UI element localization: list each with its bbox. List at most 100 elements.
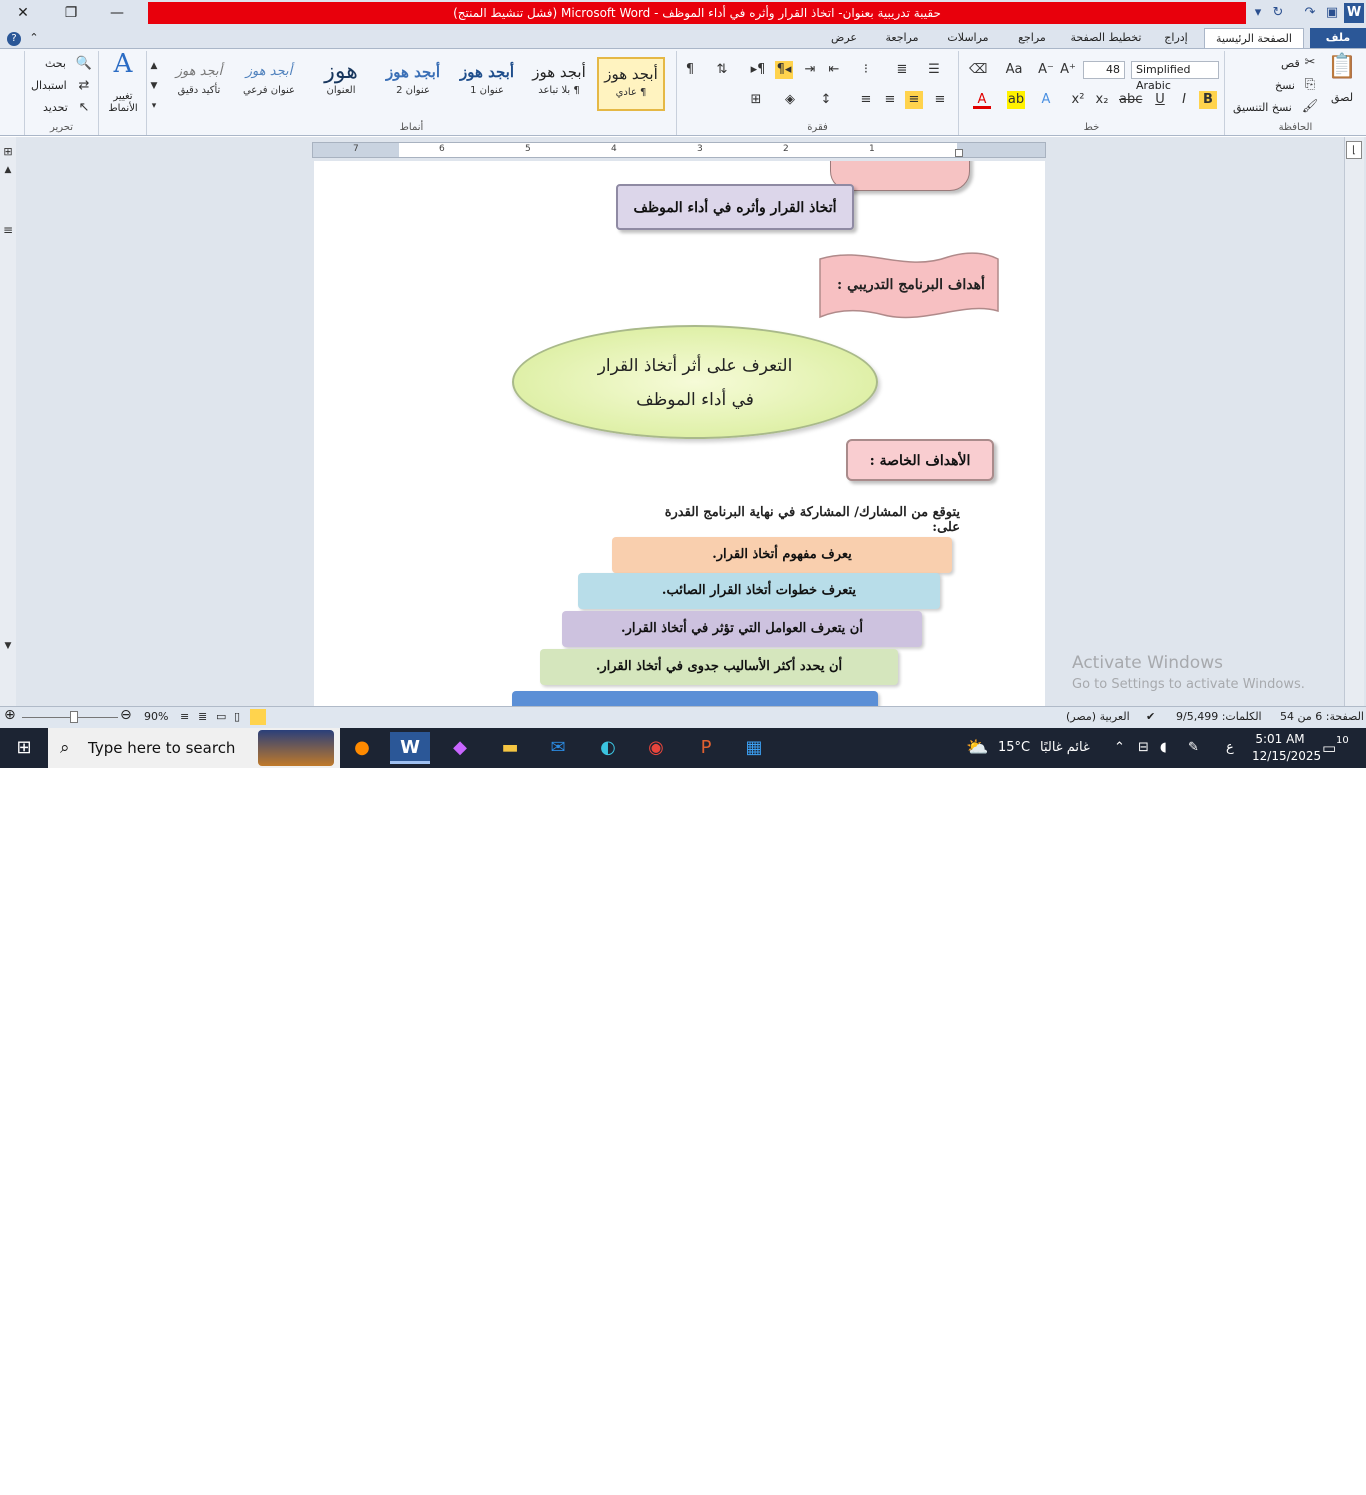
scroll-up-left-icon[interactable]: ▲ [0,161,16,179]
bullets-icon[interactable]: ⁝ [857,61,875,79]
repeat-icon[interactable]: ↻ [1268,3,1288,23]
copilot-icon[interactable]: ◆ [440,732,480,764]
tab-references[interactable]: مراجع [1010,28,1054,48]
font-size-input[interactable]: 48 [1083,61,1125,79]
font-color-icon[interactable]: A [973,91,991,109]
multilevel-list-icon[interactable]: ☰ [925,61,943,79]
increase-indent-icon[interactable]: ⇥ [801,61,819,79]
tray-pen-icon[interactable]: ✎ [1188,728,1199,768]
strikethrough-icon[interactable]: abc [1119,91,1142,109]
word-taskbar-icon[interactable]: W [390,732,430,764]
status-page[interactable]: الصفحة: 6 من 54 [1280,710,1364,723]
status-words[interactable]: الكلمات: 9/5,499 [1176,710,1262,723]
select-button[interactable]: تحديد [43,101,68,114]
chrome-icon[interactable]: ◉ [636,732,676,764]
edge-icon[interactable]: ◐ [588,732,628,764]
store-icon[interactable]: ▦ [734,732,774,764]
proofing-icon[interactable]: ✔ [1146,710,1155,723]
align-right-icon[interactable]: ≡ [931,91,949,109]
outline-view-icon[interactable]: ≣ [198,710,207,723]
status-language[interactable]: العربية (مصر) [1066,710,1130,723]
left-scroll-thumb[interactable]: ≡ [0,221,16,239]
clock[interactable]: 5:01 AM 12/15/2025 [1252,728,1321,768]
shading-icon[interactable]: ◈ [781,91,799,109]
style-subtitle[interactable]: أبجد هوز عنوان فرعي [235,57,303,111]
view-ruler-icon[interactable]: ⌊ [1346,141,1362,159]
tray-volume-icon[interactable]: ◖ [1160,728,1167,768]
find-button[interactable]: بحث [45,57,66,70]
vertical-scrollbar[interactable]: ⌊ [1344,137,1364,706]
cut-button[interactable]: قص [1281,57,1300,70]
copy-button[interactable]: نسخ [1275,79,1295,92]
restore-button[interactable]: ❐ [48,0,94,26]
indent-marker[interactable] [955,149,963,157]
document-page[interactable]: أتخاذ القرار وأثره في أداء الموظف أهداف … [314,161,1045,706]
tab-insert[interactable]: إدراج [1156,28,1196,48]
styles-more-icon[interactable]: ▾ [147,97,161,115]
borders-icon[interactable]: ⊞ [747,91,765,109]
change-styles-button[interactable]: تغيير الأنماط [99,91,147,115]
sort-icon[interactable]: ⇅ [713,61,731,79]
tab-view[interactable]: عرض [824,28,864,48]
font-name-input[interactable]: Simplified Arabic [1131,61,1219,92]
weather-desc[interactable]: غائم غالبًا [1040,728,1090,768]
style-no-spacing[interactable]: أبجد هوز ¶ بلا تباعد [525,57,593,111]
zoom-out-icon[interactable]: ⊖ [120,707,132,723]
styles-scroll-up-icon[interactable]: ▲ [147,57,161,75]
change-styles-icon[interactable]: A [109,51,137,83]
align-left-icon[interactable]: ≡ [881,91,899,109]
tab-file[interactable]: ملف [1310,28,1366,48]
tab-review[interactable]: مراجعة [876,28,928,48]
redo-icon[interactable]: ↷ [1300,3,1320,23]
scroll-down-left-icon[interactable]: ▼ [0,637,16,655]
print-layout-view-icon[interactable] [250,709,266,725]
select-icon[interactable]: ↖ [75,99,93,117]
input-language[interactable]: ع [1226,728,1234,768]
close-button[interactable]: ✕ [0,0,46,26]
full-screen-view-icon[interactable]: ▯ [234,710,240,723]
line-spacing-icon[interactable]: ↕ [817,91,835,109]
format-painter-button[interactable]: نسخ التنسيق [1233,101,1292,114]
bold-icon[interactable]: B [1199,91,1217,109]
cut-icon[interactable]: ✂ [1301,54,1319,72]
minimize-ribbon-icon[interactable]: ⌃ [26,28,42,48]
ruler-toggle-icon[interactable]: ⊞ [0,143,16,161]
style-subtle-emphasis[interactable]: أبجد هوز تأكيد دقيق [165,57,233,111]
replace-button[interactable]: استبدال [31,79,67,92]
powerpoint-icon[interactable]: P [686,732,726,764]
show-marks-icon[interactable]: ¶ [681,61,699,79]
weather-icon[interactable]: ⛅ [966,728,988,768]
outlook-icon[interactable]: ✉ [538,732,578,764]
highlight-icon[interactable]: ab [1007,91,1025,109]
shrink-font-icon[interactable]: A⁻ [1037,61,1055,79]
zoom-level[interactable]: 90% [144,710,168,723]
styles-scroll-down-icon[interactable]: ▼ [147,77,161,95]
style-normal[interactable]: أبجد هوز ¶ عادي [597,57,665,111]
tab-mailings[interactable]: مراسلات [940,28,996,48]
word-app-icon[interactable]: W [1344,3,1364,23]
italic-icon[interactable]: I [1175,91,1193,109]
style-title[interactable]: هوز العنوان [307,57,375,111]
underline-icon[interactable]: U [1151,91,1169,109]
help-icon[interactable]: ? [6,28,22,48]
tab-page-layout[interactable]: تخطيط الصفحة [1066,28,1146,48]
change-case-icon[interactable]: Aa [1005,61,1023,79]
decrease-indent-icon[interactable]: ⇤ [825,61,843,79]
replace-icon[interactable]: ⇄ [75,77,93,95]
minimize-button[interactable]: — [94,0,140,26]
draft-view-icon[interactable]: ≡ [180,710,189,723]
weather-temp[interactable]: 15°C [998,728,1030,768]
zoom-in-icon[interactable]: ⊕ [4,707,16,723]
start-windows-icon[interactable]: ⊞ [4,732,44,764]
tray-chevron-icon[interactable]: ⌃ [1114,728,1125,768]
rtl-direction-icon[interactable]: ¶◂ [775,61,793,79]
web-layout-view-icon[interactable]: ▭ [216,710,226,723]
style-heading-2[interactable]: أبجد هوز عنوان 2 [379,57,447,111]
copy-icon[interactable]: ⎘ [1301,76,1319,94]
text-effects-icon[interactable]: A [1037,91,1055,109]
numbering-icon[interactable]: ≣ [893,61,911,79]
save-icon[interactable]: ▣ [1322,3,1342,23]
tab-home[interactable]: الصفحة الرئيسية [1204,28,1304,48]
format-painter-icon[interactable]: 🖌 [1301,98,1319,116]
notifications-icon[interactable]: ▭ [1322,728,1336,768]
